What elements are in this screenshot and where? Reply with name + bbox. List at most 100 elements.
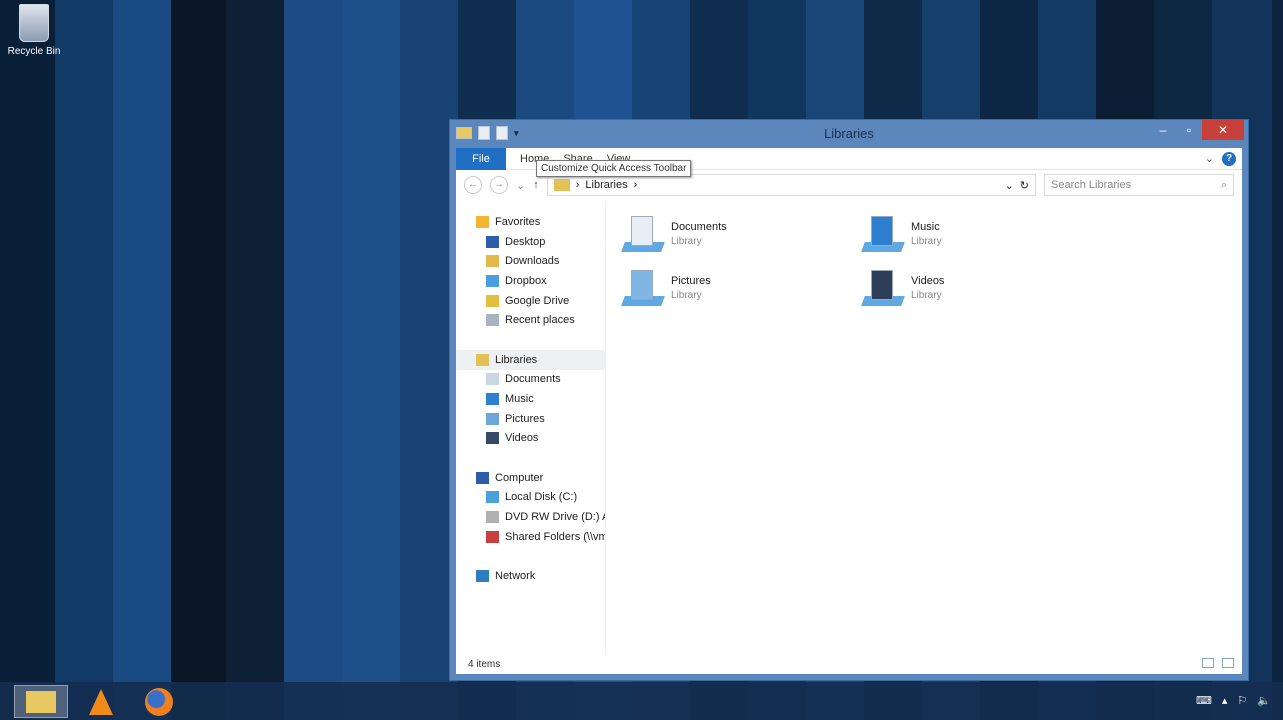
desktop-icon-recycle-bin[interactable]: Recycle Bin — [4, 4, 64, 57]
nav-item-label: Pictures — [505, 412, 545, 425]
item-type: Library — [671, 236, 702, 247]
nav-item-google-drive[interactable]: Google Drive — [456, 291, 605, 311]
nav-item-label: Recent places — [505, 314, 575, 327]
item-name: Documents — [671, 221, 727, 233]
forward-button[interactable]: → — [490, 176, 508, 194]
nav-item-computer[interactable]: Computer — [456, 468, 605, 488]
downloads-icon — [486, 255, 499, 268]
nav-item-dropbox[interactable]: Dropbox — [456, 271, 605, 291]
address-box[interactable]: › Libraries › ⌄ ↻ — [546, 174, 1036, 196]
tooltip: Customize Quick Access Toolbar — [536, 160, 692, 177]
computer-icon — [476, 471, 489, 484]
music-icon — [486, 393, 499, 406]
nav-item-label: Downloads — [505, 255, 560, 268]
nav-item-network[interactable]: Network — [456, 566, 605, 586]
documents-library-icon — [621, 214, 665, 254]
nav-item-dvd-rw-drive-d-a[interactable]: DVD RW Drive (D:) A — [456, 507, 605, 527]
nav-item-pictures[interactable]: Pictures — [456, 409, 605, 429]
item-type: Library — [911, 236, 942, 247]
ribbon-tabs: File Home Share View ⌄ ? Customize Quick… — [456, 147, 1242, 177]
window-title: Libraries — [824, 126, 874, 141]
item-name: Music — [911, 221, 940, 233]
nav-item-music[interactable]: Music — [456, 389, 605, 409]
breadcrumb-libraries[interactable]: Libraries — [585, 179, 627, 191]
google-drive-icon — [486, 294, 499, 307]
library-item-videos[interactable]: Videos Library — [861, 268, 1101, 308]
dropbox-icon — [486, 274, 499, 287]
videos-icon — [486, 432, 499, 445]
dvd-rw-drive-d-a-icon — [486, 511, 499, 524]
navigation-pane: Favorites Desktop Downloads Dropbox Google D… — [456, 202, 606, 654]
item-type: Library — [911, 290, 942, 301]
nav-item-label: DVD RW Drive (D:) A — [505, 511, 605, 524]
nav-item-recent-places[interactable]: Recent places — [456, 310, 605, 330]
item-type: Library — [671, 290, 702, 301]
nav-item-label: Favorites — [495, 215, 541, 228]
nav-item-label: Libraries — [495, 353, 538, 366]
nav-item-videos[interactable]: Videos — [456, 429, 605, 449]
pictures-library-icon — [621, 268, 665, 308]
nav-item-local-disk-c[interactable]: Local Disk (C:) — [456, 488, 605, 508]
keyboard-icon[interactable]: ⌨ — [1196, 694, 1212, 707]
library-item-documents[interactable]: Documents Library — [621, 214, 861, 254]
up-button[interactable]: ↑ — [533, 179, 539, 191]
details-view-button[interactable] — [1202, 658, 1214, 668]
search-input[interactable]: Search Libraries ⌕ — [1044, 174, 1234, 196]
file-tab[interactable]: File — [456, 147, 506, 170]
taskbar-vlc[interactable] — [74, 685, 128, 718]
libraries-icon — [476, 353, 489, 366]
item-name: Pictures — [671, 275, 711, 287]
desktop-icon — [486, 235, 499, 248]
taskbar: ⌨ ▴ ⚐ 🔈 — [0, 682, 1283, 720]
library-item-pictures[interactable]: Pictures Library — [621, 268, 861, 308]
nav-item-label: Shared Folders (\\vm — [505, 530, 605, 543]
maximize-button[interactable]: ▫ — [1176, 120, 1202, 140]
nav-item-shared-folders-vm[interactable]: Shared Folders (\\vm — [456, 527, 605, 547]
recent-locations-icon[interactable]: ⌄ — [516, 179, 525, 192]
videos-library-icon — [861, 268, 905, 308]
nav-item-libraries[interactable]: Libraries — [456, 349, 605, 370]
taskbar-firefox[interactable] — [132, 685, 186, 718]
recycle-bin-label: Recycle Bin — [7, 46, 61, 57]
nav-item-favorites[interactable]: Favorites — [456, 212, 605, 232]
close-button[interactable]: ✕ — [1202, 120, 1244, 140]
nav-item-documents[interactable]: Documents — [456, 370, 605, 390]
item-name: Videos — [911, 275, 945, 287]
window-client: File Home Share View ⌄ ? Customize Quick… — [456, 147, 1242, 674]
address-dropdown-icon[interactable]: ⌄ — [1005, 179, 1014, 192]
nav-item-label: Dropbox — [505, 274, 547, 287]
large-icons-view-button[interactable] — [1222, 658, 1234, 668]
documents-icon — [486, 373, 499, 386]
nav-item-label: Computer — [495, 471, 544, 484]
libraries-icon — [553, 179, 570, 191]
refresh-icon[interactable]: ↻ — [1020, 179, 1029, 192]
network-icon[interactable]: ⚐ — [1237, 694, 1247, 707]
system-tray: ⌨ ▴ ⚐ 🔈 — [1196, 694, 1271, 707]
title-bar[interactable]: ▾ Libraries – ▫ ✕ — [450, 120, 1248, 148]
minimize-button[interactable]: – — [1150, 120, 1176, 140]
show-hidden-icons[interactable]: ▴ — [1222, 694, 1228, 707]
nav-item-label: Local Disk (C:) — [505, 491, 578, 504]
status-bar-count: 4 items — [468, 659, 501, 670]
favorites-icon — [476, 215, 489, 228]
nav-item-desktop[interactable]: Desktop — [456, 232, 605, 252]
library-item-music[interactable]: Music Library — [861, 214, 1101, 254]
taskbar-file-explorer[interactable] — [14, 685, 68, 718]
libraries-grid: Documents Library Music Library Pictures Libr… — [621, 214, 1101, 308]
firefox-icon — [145, 687, 173, 716]
nav-item-label: Google Drive — [505, 294, 570, 307]
nav-item-label: Videos — [505, 432, 539, 445]
recycle-bin-icon — [19, 4, 49, 42]
recent-places-icon — [486, 314, 499, 327]
nav-item-downloads[interactable]: Downloads — [456, 251, 605, 271]
back-button[interactable]: ← — [464, 176, 482, 194]
volume-icon[interactable]: 🔈 — [1257, 694, 1271, 707]
expand-ribbon-icon[interactable]: ⌄ — [1205, 152, 1214, 165]
network-icon — [476, 570, 489, 583]
nav-item-label: Documents — [505, 373, 561, 386]
nav-item-label: Music — [505, 393, 534, 406]
vlc-icon — [89, 688, 113, 715]
help-icon[interactable]: ? — [1222, 152, 1236, 166]
